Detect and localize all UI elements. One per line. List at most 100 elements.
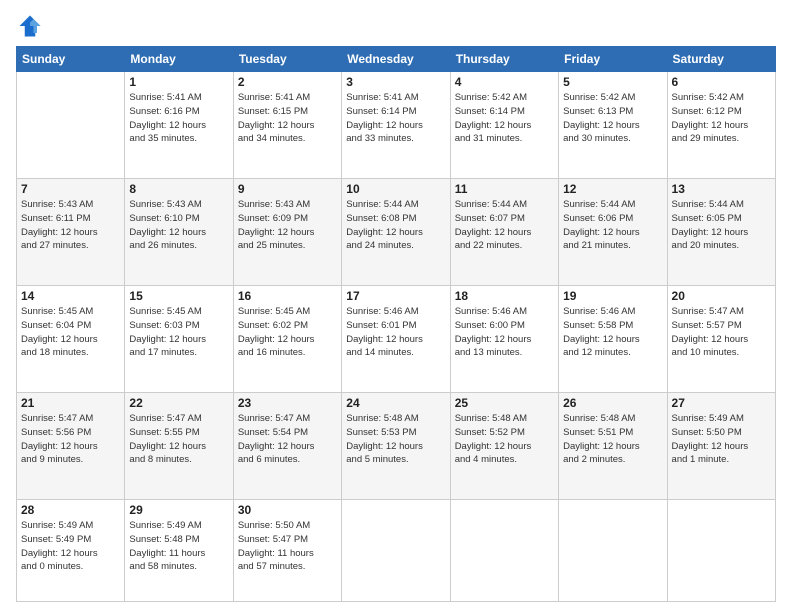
calendar-week-2: 7Sunrise: 5:43 AMSunset: 6:11 PMDaylight… (17, 179, 776, 286)
day-info: Sunrise: 5:44 AMSunset: 6:06 PMDaylight:… (563, 198, 662, 253)
calendar-cell: 22 Sunrise: 5:47 AMSunset: 5:55 PMDayligh… (125, 393, 233, 500)
day-info: Sunrise: 5:45 AMSunset: 6:04 PMDaylight:… (21, 305, 120, 360)
day-number: 10 (346, 182, 445, 196)
calendar-cell: 11 Sunrise: 5:44 AMSunset: 6:07 PMDayligh… (450, 179, 558, 286)
weekday-header-saturday: Saturday (667, 47, 775, 72)
day-number: 11 (455, 182, 554, 196)
day-info: Sunrise: 5:42 AMSunset: 6:12 PMDaylight:… (672, 91, 771, 146)
calendar-cell: 6 Sunrise: 5:42 AMSunset: 6:12 PMDaylight… (667, 72, 775, 179)
day-number: 14 (21, 289, 120, 303)
day-number: 13 (672, 182, 771, 196)
day-number: 28 (21, 503, 120, 517)
weekday-header-thursday: Thursday (450, 47, 558, 72)
calendar-cell: 9 Sunrise: 5:43 AMSunset: 6:09 PMDaylight… (233, 179, 341, 286)
calendar-week-3: 14 Sunrise: 5:45 AMSunset: 6:04 PMDayligh… (17, 286, 776, 393)
day-info: Sunrise: 5:46 AMSunset: 5:58 PMDaylight:… (563, 305, 662, 360)
day-number: 4 (455, 75, 554, 89)
day-info: Sunrise: 5:41 AMSunset: 6:15 PMDaylight:… (238, 91, 337, 146)
top-section (16, 12, 776, 40)
calendar-cell: 3Sunrise: 5:41 AMSunset: 6:14 PMDaylight… (342, 72, 450, 179)
calendar-cell: 21 Sunrise: 5:47 AMSunset: 5:56 PMDayligh… (17, 393, 125, 500)
day-number: 5 (563, 75, 662, 89)
day-info: Sunrise: 5:46 AMSunset: 6:00 PMDaylight:… (455, 305, 554, 360)
calendar-cell: 8 Sunrise: 5:43 AMSunset: 6:10 PMDaylight… (125, 179, 233, 286)
day-number: 20 (672, 289, 771, 303)
day-info: Sunrise: 5:49 AMSunset: 5:50 PMDaylight:… (672, 412, 771, 467)
calendar-week-4: 21 Sunrise: 5:47 AMSunset: 5:56 PMDayligh… (17, 393, 776, 500)
calendar-week-1: 1 Sunrise: 5:41 AMSunset: 6:16 PMDaylight… (17, 72, 776, 179)
day-number: 15 (129, 289, 228, 303)
day-number: 12 (563, 182, 662, 196)
weekday-header-sunday: Sunday (17, 47, 125, 72)
day-number: 1 (129, 75, 228, 89)
day-info: Sunrise: 5:47 AMSunset: 5:54 PMDaylight:… (238, 412, 337, 467)
day-info: Sunrise: 5:41 AMSunset: 6:16 PMDaylight:… (129, 91, 228, 146)
day-info: Sunrise: 5:48 AMSunset: 5:53 PMDaylight:… (346, 412, 445, 467)
calendar-cell: 17 Sunrise: 5:46 AMSunset: 6:01 PMDayligh… (342, 286, 450, 393)
calendar-cell: 2 Sunrise: 5:41 AMSunset: 6:15 PMDaylight… (233, 72, 341, 179)
day-number: 6 (672, 75, 771, 89)
day-info: Sunrise: 5:50 AMSunset: 5:47 PMDaylight:… (238, 519, 337, 574)
day-number: 16 (238, 289, 337, 303)
calendar-cell: 4 Sunrise: 5:42 AMSunset: 6:14 PMDaylight… (450, 72, 558, 179)
calendar-cell: 5 Sunrise: 5:42 AMSunset: 6:13 PMDaylight… (559, 72, 667, 179)
logo-icon (16, 12, 44, 40)
day-info: Sunrise: 5:43 AMSunset: 6:10 PMDaylight:… (129, 198, 228, 253)
day-number: 9 (238, 182, 337, 196)
calendar-cell: 1 Sunrise: 5:41 AMSunset: 6:16 PMDaylight… (125, 72, 233, 179)
day-number: 26 (563, 396, 662, 410)
calendar-cell: 12 Sunrise: 5:44 AMSunset: 6:06 PMDayligh… (559, 179, 667, 286)
day-info: Sunrise: 5:42 AMSunset: 6:13 PMDaylight:… (563, 91, 662, 146)
calendar-cell: 20 Sunrise: 5:47 AMSunset: 5:57 PMDayligh… (667, 286, 775, 393)
calendar-cell: 29Sunrise: 5:49 AMSunset: 5:48 PMDayligh… (125, 500, 233, 602)
calendar-cell: 25 Sunrise: 5:48 AMSunset: 5:52 PMDayligh… (450, 393, 558, 500)
day-info: Sunrise: 5:47 AMSunset: 5:56 PMDaylight:… (21, 412, 120, 467)
day-info: Sunrise: 5:47 AMSunset: 5:57 PMDaylight:… (672, 305, 771, 360)
calendar-cell (450, 500, 558, 602)
weekday-header-wednesday: Wednesday (342, 47, 450, 72)
calendar-cell: 10 Sunrise: 5:44 AMSunset: 6:08 PMDayligh… (342, 179, 450, 286)
calendar-cell: 26 Sunrise: 5:48 AMSunset: 5:51 PMDayligh… (559, 393, 667, 500)
weekday-header-friday: Friday (559, 47, 667, 72)
calendar-cell: 15Sunrise: 5:45 AMSunset: 6:03 PMDayligh… (125, 286, 233, 393)
day-info: Sunrise: 5:46 AMSunset: 6:01 PMDaylight:… (346, 305, 445, 360)
calendar-cell: 14 Sunrise: 5:45 AMSunset: 6:04 PMDayligh… (17, 286, 125, 393)
calendar-cell: 27 Sunrise: 5:49 AMSunset: 5:50 PMDayligh… (667, 393, 775, 500)
calendar-cell: 30 Sunrise: 5:50 AMSunset: 5:47 PMDayligh… (233, 500, 341, 602)
calendar: SundayMondayTuesdayWednesdayThursdayFrid… (16, 46, 776, 602)
day-number: 3 (346, 75, 445, 89)
day-info: Sunrise: 5:45 AMSunset: 6:02 PMDaylight:… (238, 305, 337, 360)
day-number: 23 (238, 396, 337, 410)
day-info: Sunrise: 5:47 AMSunset: 5:55 PMDaylight:… (129, 412, 228, 467)
day-info: Sunrise: 5:48 AMSunset: 5:51 PMDaylight:… (563, 412, 662, 467)
day-info: Sunrise: 5:49 AMSunset: 5:48 PMDaylight:… (129, 519, 228, 574)
day-info: Sunrise: 5:43 AMSunset: 6:09 PMDaylight:… (238, 198, 337, 253)
day-number: 21 (21, 396, 120, 410)
calendar-cell: 16 Sunrise: 5:45 AMSunset: 6:02 PMDayligh… (233, 286, 341, 393)
calendar-cell: 23 Sunrise: 5:47 AMSunset: 5:54 PMDayligh… (233, 393, 341, 500)
day-number: 8 (129, 182, 228, 196)
day-info: Sunrise: 5:42 AMSunset: 6:14 PMDaylight:… (455, 91, 554, 146)
calendar-week-5: 28Sunrise: 5:49 AMSunset: 5:49 PMDayligh… (17, 500, 776, 602)
day-number: 2 (238, 75, 337, 89)
day-number: 27 (672, 396, 771, 410)
day-number: 22 (129, 396, 228, 410)
day-info: Sunrise: 5:44 AMSunset: 6:07 PMDaylight:… (455, 198, 554, 253)
calendar-cell (17, 72, 125, 179)
day-number: 18 (455, 289, 554, 303)
day-number: 24 (346, 396, 445, 410)
logo (16, 12, 48, 40)
day-info: Sunrise: 5:44 AMSunset: 6:08 PMDaylight:… (346, 198, 445, 253)
day-number: 30 (238, 503, 337, 517)
day-number: 17 (346, 289, 445, 303)
day-info: Sunrise: 5:43 AMSunset: 6:11 PMDaylight:… (21, 198, 120, 253)
calendar-cell: 13Sunrise: 5:44 AMSunset: 6:05 PMDayligh… (667, 179, 775, 286)
day-number: 25 (455, 396, 554, 410)
calendar-cell (667, 500, 775, 602)
weekday-header-tuesday: Tuesday (233, 47, 341, 72)
weekday-header-monday: Monday (125, 47, 233, 72)
page: SundayMondayTuesdayWednesdayThursdayFrid… (0, 0, 792, 612)
calendar-header-row: SundayMondayTuesdayWednesdayThursdayFrid… (17, 47, 776, 72)
calendar-cell: 19Sunrise: 5:46 AMSunset: 5:58 PMDayligh… (559, 286, 667, 393)
day-info: Sunrise: 5:48 AMSunset: 5:52 PMDaylight:… (455, 412, 554, 467)
